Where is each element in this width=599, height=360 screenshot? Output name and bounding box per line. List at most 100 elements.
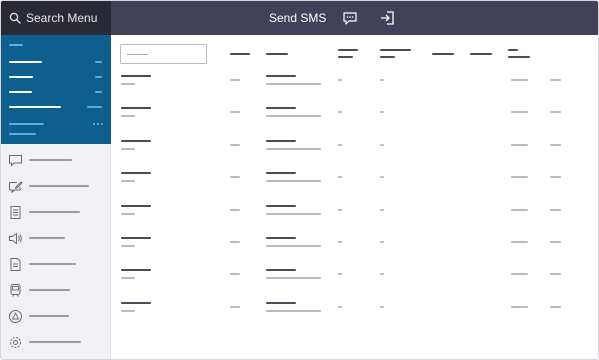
cell-title <box>266 237 296 239</box>
cell-value <box>511 111 528 113</box>
app-window: Search Menu Send SMS <box>0 0 599 360</box>
sidebar-item-file[interactable] <box>1 252 111 278</box>
cell-title-sub <box>266 180 321 182</box>
cell-value <box>511 273 528 275</box>
cell-name-sub <box>121 180 135 182</box>
sidebar-item-document[interactable] <box>1 200 111 226</box>
column-header[interactable] <box>470 53 492 55</box>
column-header[interactable] <box>338 49 358 51</box>
sidebar-item-label <box>29 159 72 161</box>
search-menu-label: Search Menu <box>26 11 98 25</box>
cell-value <box>230 209 240 211</box>
sidebar-subitem[interactable] <box>9 106 61 108</box>
page-title: Send SMS <box>269 11 327 25</box>
cell-title-sub <box>266 148 321 150</box>
cell-value <box>230 273 240 275</box>
column-header[interactable] <box>230 53 250 55</box>
sidebar-subitem[interactable] <box>9 133 36 135</box>
sidebar-subitem[interactable] <box>9 61 42 63</box>
sidebar-item-label <box>29 237 65 239</box>
cell-title-sub <box>266 115 321 117</box>
sidebar-subitem-badge <box>95 61 102 63</box>
cell-title-sub <box>266 83 321 85</box>
cell-dot <box>380 144 384 146</box>
cell-value <box>511 241 528 243</box>
sidebar-item-train[interactable] <box>1 278 111 304</box>
cell-name-sub <box>121 115 135 117</box>
sign-in-icon <box>381 11 394 25</box>
cell-dot <box>380 209 384 211</box>
chat-button[interactable] <box>342 10 358 26</box>
cell-title <box>266 172 296 174</box>
cell-dot <box>338 144 342 146</box>
gear-icon <box>8 335 23 350</box>
file-icon <box>8 257 23 272</box>
cell-value <box>230 144 240 146</box>
cell-name <box>121 107 151 109</box>
sidebar-subitem-badge <box>93 123 103 125</box>
cell-value <box>550 79 561 81</box>
cell-name <box>121 237 151 239</box>
sidebar-item-megaphone[interactable] <box>1 226 111 252</box>
cell-value <box>511 144 528 146</box>
cell-dot <box>380 241 384 243</box>
cell-title <box>266 205 296 207</box>
sidebar-item-label <box>29 315 69 317</box>
sidebar-subitem[interactable] <box>9 91 32 93</box>
cell-value <box>511 209 528 211</box>
cell-value <box>550 111 561 113</box>
column-header-line2 <box>508 56 530 58</box>
cell-value <box>230 111 240 113</box>
cell-name <box>121 302 151 304</box>
cell-title-sub <box>266 310 321 312</box>
warning-icon <box>8 309 23 324</box>
sidebar-subitem[interactable] <box>9 76 33 78</box>
document-icon <box>8 205 23 220</box>
cell-name <box>121 172 151 174</box>
top-bar: Search Menu Send SMS <box>1 1 598 35</box>
search-menu[interactable]: Search Menu <box>1 1 111 35</box>
sidebar-active-group[interactable] <box>1 35 111 144</box>
cell-title <box>266 140 296 142</box>
cell-name <box>121 75 151 77</box>
sidebar-item-settings[interactable] <box>1 330 111 356</box>
cell-value <box>230 306 240 308</box>
cell-title-sub <box>266 213 321 215</box>
column-header[interactable] <box>508 49 518 51</box>
column-header[interactable] <box>432 53 454 55</box>
cell-title-sub <box>266 245 321 247</box>
megaphone-icon <box>8 231 23 246</box>
sidebar-item-warning[interactable] <box>1 304 111 330</box>
sidebar-item-edit-message[interactable] <box>1 174 111 200</box>
cell-title <box>266 107 296 109</box>
cell-dot <box>338 79 342 81</box>
cell-name-sub <box>121 83 135 85</box>
cell-dot <box>338 111 342 113</box>
cell-value <box>550 209 561 211</box>
sidebar-subitem[interactable] <box>9 123 44 125</box>
cell-value <box>550 241 561 243</box>
sidebar-item-chat[interactable] <box>1 148 111 174</box>
cell-dot <box>338 241 342 243</box>
cell-name <box>121 205 151 207</box>
cell-value <box>511 176 528 178</box>
cell-dot <box>338 176 342 178</box>
sign-in-button[interactable] <box>379 10 395 26</box>
cell-value <box>230 79 240 81</box>
cell-title <box>266 75 296 77</box>
chat-icon <box>343 12 357 25</box>
sidebar-subitem-badge <box>95 91 102 93</box>
sidebar-item-label <box>29 185 89 187</box>
cell-value <box>550 273 561 275</box>
cell-value <box>230 241 240 243</box>
cell-value <box>511 306 528 308</box>
sidebar-subitem-badge <box>87 106 102 108</box>
cell-value <box>550 144 561 146</box>
cell-title-sub <box>266 277 321 279</box>
sidebar-item-label <box>29 263 76 265</box>
column-header[interactable] <box>266 53 288 55</box>
cell-value <box>230 176 240 178</box>
cell-dot <box>380 306 384 308</box>
column-header[interactable] <box>380 49 411 51</box>
filter-input[interactable] <box>120 44 207 64</box>
